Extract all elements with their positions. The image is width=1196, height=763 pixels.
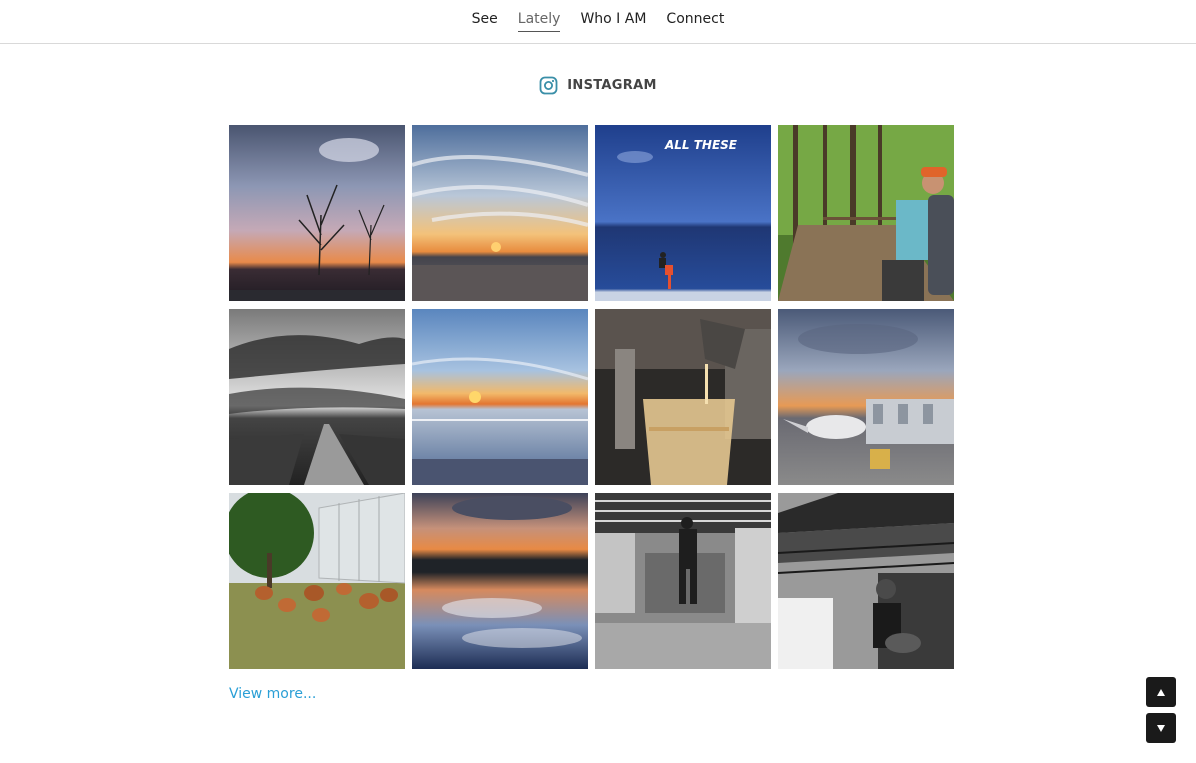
photo-image <box>412 493 588 669</box>
photo-image <box>778 309 954 485</box>
photo-image: ALL THESE <box>595 125 771 301</box>
photo-airport-jet-bridge[interactable] <box>778 309 954 485</box>
photo-sunset-bare-tree[interactable] <box>229 125 405 301</box>
photo-blue-sea-figure[interactable]: ALL THESE <box>595 125 771 301</box>
triangle-down-icon <box>1157 724 1165 732</box>
photo-image <box>412 125 588 301</box>
nav-menu: See Lately Who I AM Connect <box>0 11 1196 32</box>
triangle-up-icon <box>1157 688 1165 696</box>
photo-image <box>778 125 954 301</box>
photo-image <box>778 493 954 669</box>
photo-image <box>229 493 405 669</box>
photo-image <box>229 309 405 485</box>
nav-item-lately[interactable]: Lately <box>517 11 561 32</box>
scroll-down-button[interactable] <box>1146 713 1176 743</box>
photo-sunset-over-bay[interactable] <box>412 125 588 301</box>
photo-bw-brewery-worker[interactable] <box>595 493 771 669</box>
photo-image <box>412 309 588 485</box>
photo-chickens-greenhouse[interactable] <box>229 493 405 669</box>
photo-bw-jetty-clouds[interactable] <box>229 309 405 485</box>
photo-image <box>229 125 405 301</box>
view-more-link[interactable]: View more... <box>229 686 316 702</box>
scroll-up-button[interactable] <box>1146 677 1176 707</box>
photo-hiker-forest-trail[interactable] <box>778 125 954 301</box>
top-navigation: See Lately Who I AM Connect <box>0 0 1196 44</box>
nav-item-connect[interactable]: Connect <box>666 11 724 32</box>
photo-sunset-reflection[interactable] <box>412 493 588 669</box>
section-title: INSTAGRAM <box>567 78 657 93</box>
nav-item-who-i-am[interactable]: Who I AM <box>580 11 646 32</box>
instagram-icon <box>539 76 558 95</box>
photo-caption: ALL THESE <box>664 138 738 152</box>
photo-whiskey-glass-pour[interactable] <box>595 309 771 485</box>
photo-image <box>595 309 771 485</box>
nav-item-see[interactable]: See <box>472 11 498 32</box>
instagram-section-header: INSTAGRAM <box>0 76 1196 95</box>
photo-sunset-beach[interactable] <box>412 309 588 485</box>
photo-bw-musician-tent[interactable] <box>778 493 954 669</box>
instagram-photo-grid: ALL THESE <box>229 125 955 669</box>
photo-image <box>595 493 771 669</box>
